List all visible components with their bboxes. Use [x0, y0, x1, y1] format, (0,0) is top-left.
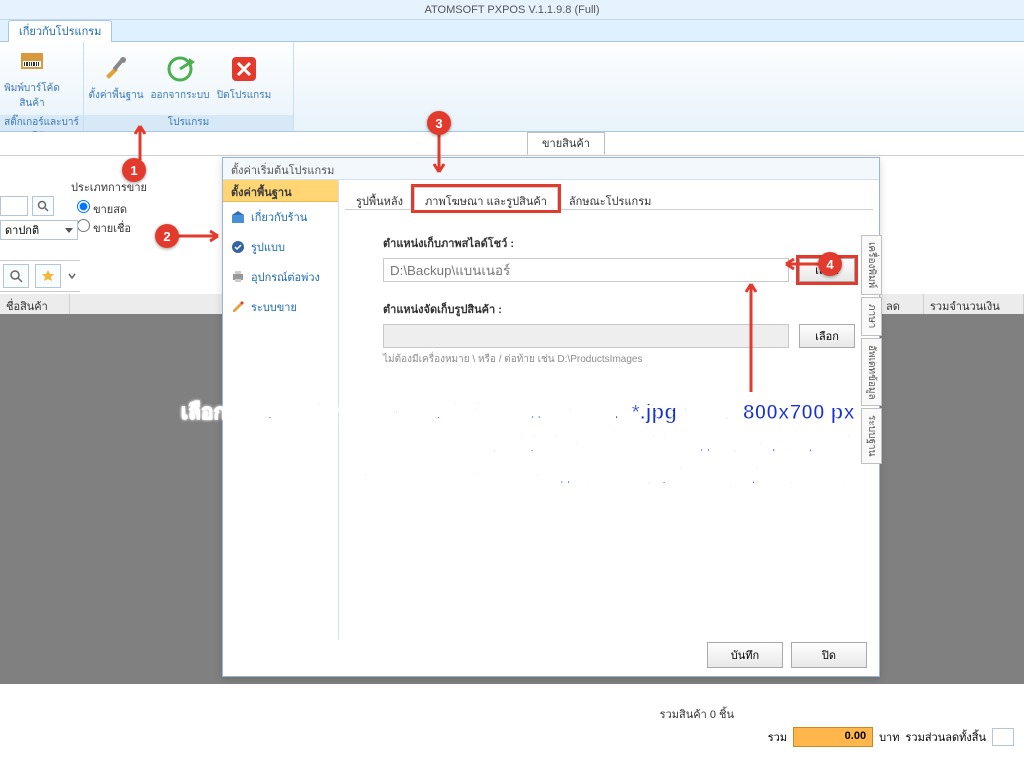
footer: รวมสินค้า 0 ชิ้น รวม 0.00 บาท รวมส่วนลดท…	[0, 699, 1024, 759]
radio-cash[interactable]: ขายสด	[77, 200, 201, 219]
sub-band: ขายสินค้า	[0, 132, 1024, 156]
total-amount: 0.00	[793, 727, 873, 747]
tab-appearance[interactable]: ลักษณะโปรแกรม	[558, 187, 662, 210]
dialog-tabs: รูปพื้นหลัง ภาพโฆษณา และรูปสินค้า ลักษณะ…	[345, 186, 873, 210]
slideshow-path-input[interactable]	[383, 258, 789, 282]
close-red-icon	[229, 54, 259, 84]
settings-button[interactable]: ตั้งค่าพื้นฐาน	[84, 50, 148, 107]
radio-cash-label: ขายสด	[93, 204, 127, 216]
dialog-footer: บันทึก ปิด	[707, 642, 867, 668]
chevron-down-icon[interactable]	[67, 264, 77, 288]
product-image-path-label: ตำแหน่งจัดเก็บรูปสินค้า :	[383, 300, 855, 318]
save-button[interactable]: บันทึก	[707, 642, 783, 668]
close-button[interactable]: ปิด	[791, 642, 867, 668]
logout-icon	[165, 54, 195, 84]
vertical-tabs: เครื่องพิมพ์ ภาษา อัพเดทข้อมูล ระบบฐาน	[861, 235, 879, 466]
print-barcode-label: พิมพ์บาร์โค้ดสินค้า	[4, 83, 60, 109]
callout-4: 4	[818, 252, 842, 276]
path-hint: ไม่ต้องมีเครื่องหมาย \ หรือ / ต่อท้าย เช…	[383, 352, 855, 367]
magnifier-icon	[9, 269, 23, 283]
tool-row	[0, 260, 80, 292]
product-image-path-input[interactable]	[383, 324, 789, 348]
callout-1: 1	[122, 158, 146, 182]
arrow-2	[178, 228, 226, 244]
star-icon	[41, 269, 55, 283]
sidebar-item-sales-system[interactable]: ระบบขาย	[223, 292, 338, 322]
ribbon-tab-about[interactable]: เกี่ยวกับโปรแกรม	[8, 20, 112, 42]
vtab-printer[interactable]: เครื่องพิมพ์	[861, 235, 882, 295]
magnifier-icon	[37, 200, 49, 212]
discount-total-value	[992, 728, 1014, 746]
tab-ads-images[interactable]: ภาพโฆษณา และรูปสินค้า	[414, 187, 558, 210]
sale-mode-dropdown[interactable]: ดาปกติ	[0, 220, 78, 240]
radio-credit-label: ขายเชื่อ	[93, 223, 131, 235]
sidebar-header: ตั้งค่าพื้นฐาน	[223, 180, 338, 202]
arrow-4b	[744, 278, 758, 392]
tab-sell[interactable]: ขายสินค้า	[527, 132, 605, 155]
print-barcode-button[interactable]: พิมพ์บาร์โค้ดสินค้า	[0, 43, 64, 115]
window-title: ATOMSOFT PXPOS V.1.1.9.8 (Full)	[0, 0, 1024, 20]
col-discount: ลด	[880, 294, 924, 314]
exit-button[interactable]: ปิดโปรแกรม	[212, 50, 276, 107]
logout-label: ออกจากระบบ	[150, 90, 209, 101]
help-text: เลือกตำแหน่งเก็บรูปโฆษณาหน้าร้าน ไฟล์ประ…	[75, 397, 855, 495]
help-line-1: เลือกตำแหน่งเก็บรูปโฆษณาหน้าร้าน ไฟล์ประ…	[75, 397, 855, 430]
col-product: ชื่อสินค้า	[0, 294, 70, 314]
baht-label: บาท	[879, 728, 899, 746]
search-icon-button[interactable]	[32, 196, 54, 216]
help-line-2: โดยให้เก็บรวมกันไว้ในโฟลเดอร์ที่ตั้งค่าไ…	[75, 430, 855, 463]
dialog-form: ตำแหน่งเก็บภาพสไลด์โชว์ : เลือก ตำแหน่งจ…	[339, 210, 879, 367]
sidebar-item-label: เกี่ยวกับร้าน	[251, 208, 307, 226]
sale-mode-value: ดาปกติ	[5, 221, 39, 239]
ribbon: พิมพ์บาร์โค้ดสินค้า สติ๊กเกอร์และบาร์โค้…	[0, 42, 1024, 132]
item-count: รวมสินค้า 0 ชิ้น	[660, 705, 734, 723]
settings-label: ตั้งค่าพื้นฐาน	[88, 90, 143, 101]
tools-icon	[101, 54, 131, 84]
sidebar-item-devices[interactable]: อุปกรณ์ต่อพ่วง	[223, 262, 338, 292]
sidebar-item-layout[interactable]: รูปแบบ	[223, 232, 338, 262]
search-tool-button[interactable]	[3, 264, 29, 288]
store-icon	[231, 210, 245, 224]
sidebar-item-label: ระบบขาย	[251, 298, 297, 316]
ribbon-tabstrip: เกี่ยวกับโปรแกรม	[0, 20, 1024, 42]
discount-total-label: รวมส่วนลดทั้งสิ้น	[906, 728, 987, 746]
chevron-down-icon	[65, 228, 73, 233]
callout-2: 2	[155, 224, 179, 248]
ribbon-group-program-label: โปรแกรม	[84, 115, 293, 131]
sidebar-item-about-store[interactable]: เกี่ยวกับร้าน	[223, 202, 338, 232]
vtab-update[interactable]: อัพเดทข้อมูล	[861, 338, 882, 407]
favorite-tool-button[interactable]	[35, 264, 61, 288]
mini-search-row	[0, 196, 54, 216]
help-line-3: ระบบจะอ่านรายการไฟล์ตอนเปิดหน้าจอลูกค้าอ…	[75, 462, 855, 495]
arrow-3	[432, 134, 446, 180]
dialog-title: ตั้งค่าเริ่มต้นโปรแกรม	[223, 158, 879, 180]
vtab-database[interactable]: ระบบฐาน	[861, 408, 882, 463]
col-total: รวมจำนวนเงิน	[924, 294, 1024, 314]
ribbon-group-sticker-label: สติ๊กเกอร์และบาร์โค้ด	[0, 115, 83, 131]
callout-3: 3	[427, 111, 451, 135]
browse-product-button[interactable]: เลือก	[799, 324, 855, 348]
printer-icon	[231, 270, 245, 284]
sum-label: รวม	[768, 728, 787, 746]
barcode-icon	[17, 47, 47, 77]
tab-background[interactable]: รูปพื้นหลัง	[345, 187, 414, 210]
mini-input[interactable]	[0, 196, 28, 216]
logout-button[interactable]: ออกจากระบบ	[148, 50, 212, 107]
arrow-1	[134, 118, 146, 160]
exit-label: ปิดโปรแกรม	[217, 90, 271, 101]
vtab-language[interactable]: ภาษา	[861, 297, 882, 335]
checkmark-icon	[231, 240, 245, 254]
pencil-icon	[231, 300, 245, 314]
arrow-4	[780, 257, 820, 271]
sidebar-item-label: รูปแบบ	[251, 238, 285, 256]
sidebar-item-label: อุปกรณ์ต่อพ่วง	[251, 268, 320, 286]
slideshow-path-label: ตำแหน่งเก็บภาพสไลด์โชว์ :	[383, 234, 855, 252]
